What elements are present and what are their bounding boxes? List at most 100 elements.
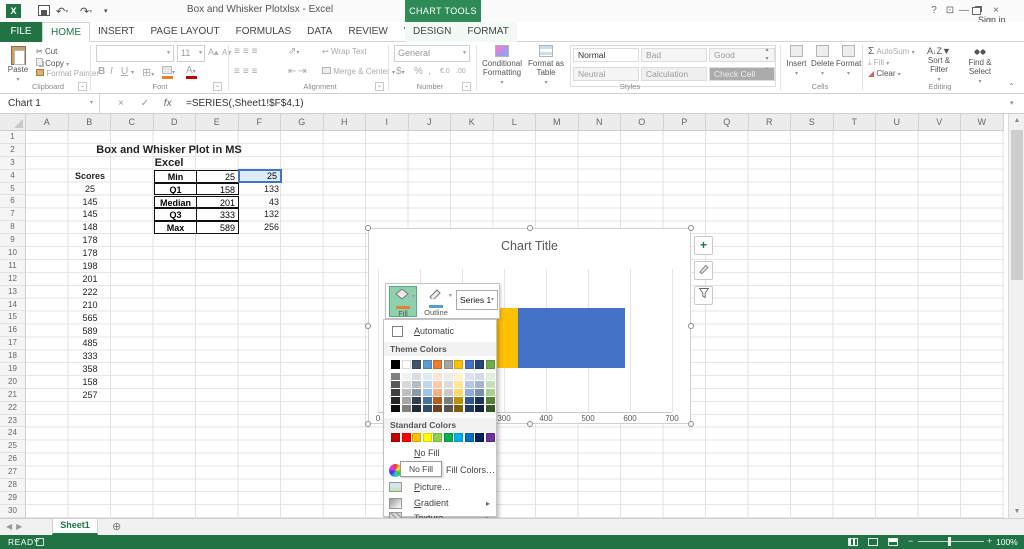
insert-cells-button[interactable]: Insert ▾ <box>784 45 809 77</box>
row-header-18[interactable]: 18 <box>0 350 25 364</box>
score-cell[interactable]: 222 <box>69 286 111 299</box>
zoom-percentage[interactable]: 100% <box>996 537 1018 547</box>
zoom-in-icon[interactable]: + <box>987 536 992 546</box>
theme-color-variant-swatch[interactable] <box>485 397 495 404</box>
page-layout-view-icon[interactable] <box>868 538 878 546</box>
theme-color-variant-swatch[interactable] <box>475 405 484 412</box>
row-header-1[interactable]: 1 <box>0 131 25 144</box>
zoom-slider[interactable] <box>918 541 984 542</box>
tab-review[interactable]: REVIEW <box>340 22 395 42</box>
theme-color-variant-swatch[interactable] <box>454 405 463 412</box>
row-header-29[interactable]: 29 <box>0 492 25 505</box>
chart-resize-handle[interactable] <box>527 421 533 427</box>
row-header-21[interactable]: 21 <box>0 389 25 402</box>
theme-color-variant-swatch[interactable] <box>433 373 442 380</box>
row-header-4[interactable]: 4 <box>0 170 25 183</box>
theme-color-swatch[interactable] <box>485 360 495 369</box>
cell-style-normal[interactable]: Normal <box>573 48 639 62</box>
redo-button[interactable]: ↷ ▾ <box>80 3 92 19</box>
theme-color-variant-swatch[interactable] <box>422 397 432 404</box>
insert-function-icon[interactable]: fx <box>164 98 172 109</box>
theme-color-variant-swatch[interactable] <box>454 397 463 404</box>
score-cell[interactable]: 210 <box>69 299 111 312</box>
theme-color-variant-swatch[interactable] <box>443 381 453 388</box>
theme-color-swatch[interactable] <box>443 360 453 369</box>
score-cell[interactable]: 145 <box>69 196 111 209</box>
theme-color-variant-swatch[interactable] <box>401 373 411 380</box>
format-as-table-button[interactable]: Format as Table ▾ <box>526 45 566 86</box>
row-header-8[interactable]: 8 <box>0 221 25 235</box>
chart-resize-handle[interactable] <box>365 323 371 329</box>
score-cell[interactable]: 485 <box>69 337 111 350</box>
grow-font-button[interactable]: A▴ <box>208 47 219 58</box>
comma-style-button[interactable]: , <box>428 66 431 77</box>
decrease-decimal-button[interactable]: .00 <box>456 68 466 75</box>
theme-color-variant-swatch[interactable] <box>412 389 421 396</box>
theme-color-variant-swatch[interactable] <box>401 397 411 404</box>
formula-input[interactable]: =SERIES(,Sheet1!$F$4,1) <box>186 94 304 113</box>
standard-color-swatch[interactable] <box>443 433 453 442</box>
stat-diff-cell[interactable]: 132 <box>239 208 279 221</box>
no-fill-item[interactable]: No Fill <box>384 446 496 461</box>
sheet-nav-arrows[interactable]: ◀▶ <box>6 522 26 531</box>
row-header-25[interactable]: 25 <box>0 440 25 454</box>
autosum-button[interactable]: Σ AutoSum ▾ <box>868 46 915 57</box>
borders-button[interactable]: ⊞▾ <box>142 66 154 79</box>
row-header-26[interactable]: 26 <box>0 453 25 467</box>
row-header-17[interactable]: 17 <box>0 337 25 351</box>
row-header-5[interactable]: 5 <box>0 183 25 196</box>
conditional-formatting-button[interactable]: Conditional Formatting ▾ <box>480 45 524 86</box>
vertical-align-icons[interactable]: ≡≡≡ <box>234 46 261 57</box>
formula-bar-expand-icon[interactable]: ▾ <box>1010 94 1014 113</box>
column-header-C[interactable]: C <box>111 114 154 130</box>
tab-home[interactable]: HOME <box>42 22 90 42</box>
score-cell[interactable]: 145 <box>69 208 111 221</box>
score-cell[interactable]: 158 <box>69 376 111 389</box>
column-header-J[interactable]: J <box>409 114 451 130</box>
delete-cells-button[interactable]: Delete ▾ <box>810 45 835 77</box>
score-cell[interactable]: 589 <box>69 325 111 338</box>
font-name-combo[interactable]: ▾ <box>96 45 174 62</box>
theme-color-variant-swatch[interactable] <box>464 397 474 404</box>
alignment-dialog-launcher[interactable]: ⌄ <box>375 82 384 91</box>
font-color-button[interactable]: A▾ <box>186 65 197 79</box>
accounting-format-button[interactable]: $▾ <box>396 66 405 77</box>
chart-resize-handle[interactable] <box>688 421 694 427</box>
stat-value-cell[interactable]: 201 <box>196 195 239 209</box>
shape-fill-button[interactable]: ▾ Fill <box>389 286 417 318</box>
stat-diff-cell[interactable]: 43 <box>239 196 279 209</box>
standard-color-swatch[interactable] <box>422 433 432 442</box>
theme-color-variant-swatch[interactable] <box>433 389 442 396</box>
chart-resize-handle[interactable] <box>688 323 694 329</box>
wrap-text-button[interactable]: ↩ Wrap Text <box>322 47 367 56</box>
tab-formulas[interactable]: FORMULAS <box>228 22 300 42</box>
tab-data[interactable]: DATA <box>299 22 340 42</box>
theme-color-variant-swatch[interactable] <box>475 397 484 404</box>
column-header-H[interactable]: H <box>324 114 366 130</box>
column-header-S[interactable]: S <box>791 114 834 130</box>
cell-style-calculation[interactable]: Calculation <box>641 67 707 81</box>
sort-filter-button[interactable]: A↓Z▼ Sort & Filter ▾ <box>920 46 958 83</box>
format-cells-button[interactable]: Format ▾ <box>836 45 861 77</box>
stat-diff-cell[interactable]: 256 <box>239 221 279 234</box>
row-header-3[interactable]: 3 <box>0 157 25 170</box>
column-header-W[interactable]: W <box>961 114 1004 130</box>
row-header-7[interactable]: 7 <box>0 208 25 222</box>
score-cell[interactable]: 198 <box>69 260 111 273</box>
theme-color-variant-swatch[interactable] <box>433 381 442 388</box>
percent-style-button[interactable]: % <box>414 66 423 77</box>
zoom-out-icon[interactable]: − <box>908 536 913 546</box>
tab-design[interactable]: DESIGN <box>405 22 459 42</box>
stat-value-cell[interactable]: 589 <box>196 221 239 235</box>
stat-value-cell[interactable]: 25 <box>196 169 239 183</box>
chart-filters-button[interactable] <box>694 286 713 305</box>
column-header-R[interactable]: R <box>749 114 791 130</box>
tab-page-layout[interactable]: PAGE LAYOUT <box>143 22 228 42</box>
restore-button[interactable] <box>972 7 981 15</box>
merge-center-button[interactable]: Merge & Center ▾ <box>322 67 395 76</box>
theme-color-swatch[interactable] <box>401 360 411 369</box>
scroll-up-icon[interactable]: ▲ <box>1009 117 1024 124</box>
indent-icons[interactable]: ⇤⇥ <box>288 66 309 77</box>
fill-button[interactable]: ⤓ Fill ▾ <box>868 58 889 68</box>
clear-button[interactable]: ◢ Clear ▾ <box>868 69 901 78</box>
